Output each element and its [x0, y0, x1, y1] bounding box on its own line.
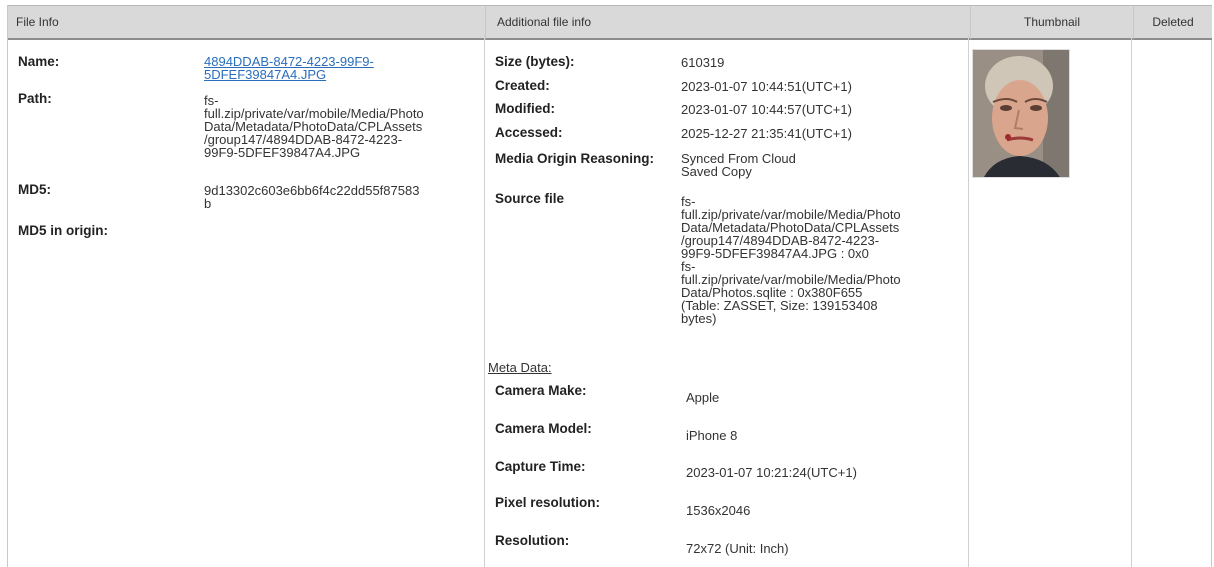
header-file-info[interactable]: File Info: [8, 5, 485, 40]
modified-label: Modified:: [495, 101, 555, 116]
header-deleted[interactable]: Deleted: [1133, 5, 1212, 40]
size-value: 610319: [681, 55, 725, 70]
origin-line: Saved Copy: [681, 164, 752, 179]
md5-origin-label: MD5 in origin:: [18, 223, 108, 238]
column-divider: [484, 35, 485, 567]
path-value: fs- full.zip/private/var/mobile/Media/Ph…: [204, 94, 424, 159]
column-divider: [968, 35, 969, 567]
file-name-line2[interactable]: 5DFEF39847A4.JPG: [204, 67, 326, 82]
header-additional-file-info[interactable]: Additional file info: [485, 5, 970, 40]
created-value: 2023-01-07 10:44:51(UTC+1): [681, 79, 852, 94]
source-line: bytes): [681, 311, 717, 326]
media-origin-value: Synced From Cloud Saved Copy: [681, 152, 796, 178]
photo-thumbnail[interactable]: [972, 49, 1070, 178]
created-label: Created:: [495, 78, 550, 93]
column-divider: [1131, 35, 1132, 567]
capture-time-value: 2023-01-07 10:21:24(UTC+1): [686, 465, 857, 480]
pixel-resolution-value: 1536x2046: [686, 503, 751, 518]
name-label: Name:: [18, 54, 60, 69]
pixel-resolution-label: Pixel resolution:: [495, 495, 601, 510]
meta-data-link[interactable]: Meta Data:: [488, 360, 552, 375]
source-file-label: Source file: [495, 191, 565, 206]
path-line: 99F9-5DFEF39847A4.JPG: [204, 145, 361, 160]
header-thumbnail[interactable]: Thumbnail: [970, 5, 1133, 40]
md5-line: 9d13302c603e6bb6f4c22dd55f87583: [204, 183, 420, 198]
camera-make-value: Apple: [686, 390, 720, 405]
source-line: 99F9-5DFEF39847A4.JPG : 0x0: [681, 246, 869, 261]
md5-line: b: [204, 196, 212, 211]
resolution-value: 72x72 (Unit: Inch): [686, 541, 789, 556]
path-label: Path:: [18, 91, 52, 106]
source-file-value: fs- full.zip/private/var/mobile/Media/Ph…: [681, 195, 901, 325]
md5-value: 9d13302c603e6bb6f4c22dd55f87583 b: [204, 184, 419, 210]
camera-make-label: Camera Make:: [495, 383, 587, 398]
md5-label: MD5:: [18, 182, 51, 197]
resolution-label: Resolution:: [495, 533, 570, 548]
file-name-link[interactable]: 4894DDAB-8472-4223-99F9- 5DFEF39847A4.JP…: [204, 55, 374, 81]
accessed-label: Accessed:: [495, 125, 563, 140]
camera-model-label: Camera Model:: [495, 421, 592, 436]
accessed-value: 2025-12-27 21:35:41(UTC+1): [681, 126, 852, 141]
modified-value: 2023-01-07 10:44:57(UTC+1): [681, 102, 852, 117]
capture-time-label: Capture Time:: [495, 459, 586, 474]
photo-thumbnail-icon: [973, 50, 1069, 177]
media-origin-label: Media Origin Reasoning:: [495, 151, 655, 166]
camera-model-value: iPhone 8: [686, 428, 738, 443]
size-label: Size (bytes):: [495, 54, 575, 69]
